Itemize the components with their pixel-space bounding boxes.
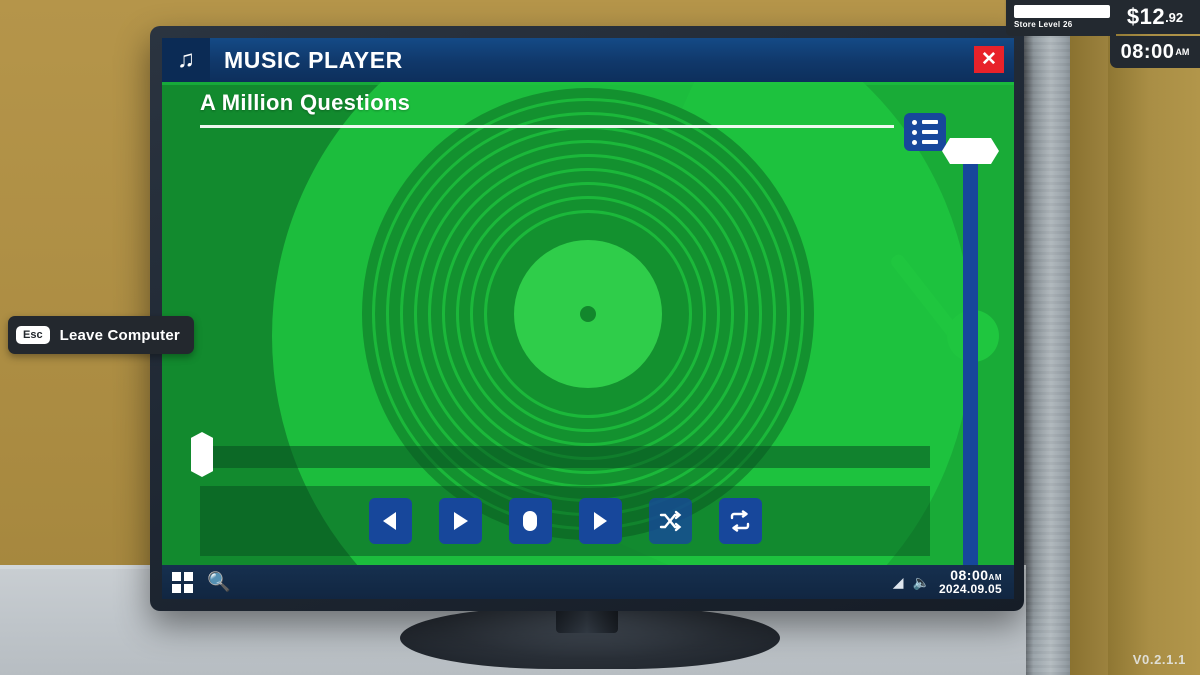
taskbar-time: 08:00 [950, 567, 989, 584]
taskbar-time-suffix: AM [988, 573, 1002, 583]
game-screen: ♫ MUSIC PLAYER ✕ A Million Questions 🔍 ◢… [0, 0, 1200, 675]
play-button[interactable] [438, 498, 482, 544]
music-player-app: A Million Questions [162, 82, 1014, 565]
playback-controls [200, 486, 930, 556]
shuffle-button[interactable] [648, 498, 692, 544]
next-icon [589, 510, 611, 532]
now-playing: A Million Questions [200, 90, 894, 128]
seek-bar-track[interactable] [200, 446, 930, 468]
vinyl-record-art [362, 87, 814, 540]
seek-bar-handle[interactable] [191, 432, 213, 477]
shuffle-icon [658, 510, 682, 532]
store-level-progress-bar [1014, 5, 1110, 18]
previous-icon [379, 510, 401, 532]
wifi-icon[interactable]: ◢ [893, 575, 904, 589]
search-icon[interactable]: 🔍 [207, 573, 231, 592]
esc-key-badge: Esc [16, 326, 50, 344]
repeat-icon [728, 510, 752, 532]
next-button[interactable] [578, 498, 622, 544]
os-taskbar: 🔍 ◢ 🔈 08:00AM 2024.09.05 [162, 565, 1014, 599]
background-wall-mid [1070, 0, 1112, 675]
windows-start-icon[interactable] [172, 571, 193, 593]
game-clock-suffix: AM [1175, 47, 1190, 57]
volume-slider-handle[interactable] [942, 138, 999, 164]
window-titlebar: ♫ MUSIC PLAYER ✕ [162, 38, 1014, 82]
system-tray: ◢ 🔈 08:00AM 2024.09.05 [893, 568, 1014, 595]
stop-icon [519, 509, 541, 533]
store-level-hud: Store Level 26 [1006, 0, 1116, 36]
monitor-screen: ♫ MUSIC PLAYER ✕ A Million Questions 🔍 ◢… [162, 38, 1014, 599]
song-title: A Million Questions [200, 90, 411, 115]
leave-computer-label: Leave Computer [59, 326, 180, 344]
play-icon [449, 510, 471, 532]
window-title: MUSIC PLAYER [224, 46, 403, 73]
money-display: $12.92 [1110, 0, 1200, 34]
game-clock-time: 08:00 [1120, 40, 1175, 63]
concrete-pillar [1022, 0, 1074, 675]
speaker-icon[interactable]: 🔈 [913, 575, 930, 589]
playlist-button[interactable] [904, 113, 946, 151]
music-note-icon: ♫ [162, 38, 210, 82]
game-clock: 08:00 AM [1110, 36, 1200, 68]
close-button[interactable]: ✕ [974, 46, 1004, 73]
version-label: V0.2.1.1 [1132, 652, 1186, 667]
taskbar-date: 2024.09.05 [938, 582, 1002, 597]
money-amount: $12 [1126, 4, 1166, 29]
computer-monitor: ♫ MUSIC PLAYER ✕ A Million Questions 🔍 ◢… [150, 26, 1024, 611]
stop-button[interactable] [508, 498, 552, 544]
previous-button[interactable] [368, 498, 412, 544]
playlist-icon [912, 119, 938, 125]
store-level-label: Store Level 26 [1014, 20, 1073, 29]
record-spindle-hole [580, 305, 596, 322]
title-underline [200, 125, 894, 128]
volume-slider-track[interactable] [963, 148, 978, 565]
money-cents: .92 [1165, 9, 1184, 25]
taskbar-clock[interactable]: 08:00AM 2024.09.05 [939, 568, 1002, 595]
leave-computer-prompt[interactable]: Esc Leave Computer [8, 316, 194, 354]
repeat-button[interactable] [718, 498, 762, 544]
background-wall-right [1108, 0, 1200, 675]
